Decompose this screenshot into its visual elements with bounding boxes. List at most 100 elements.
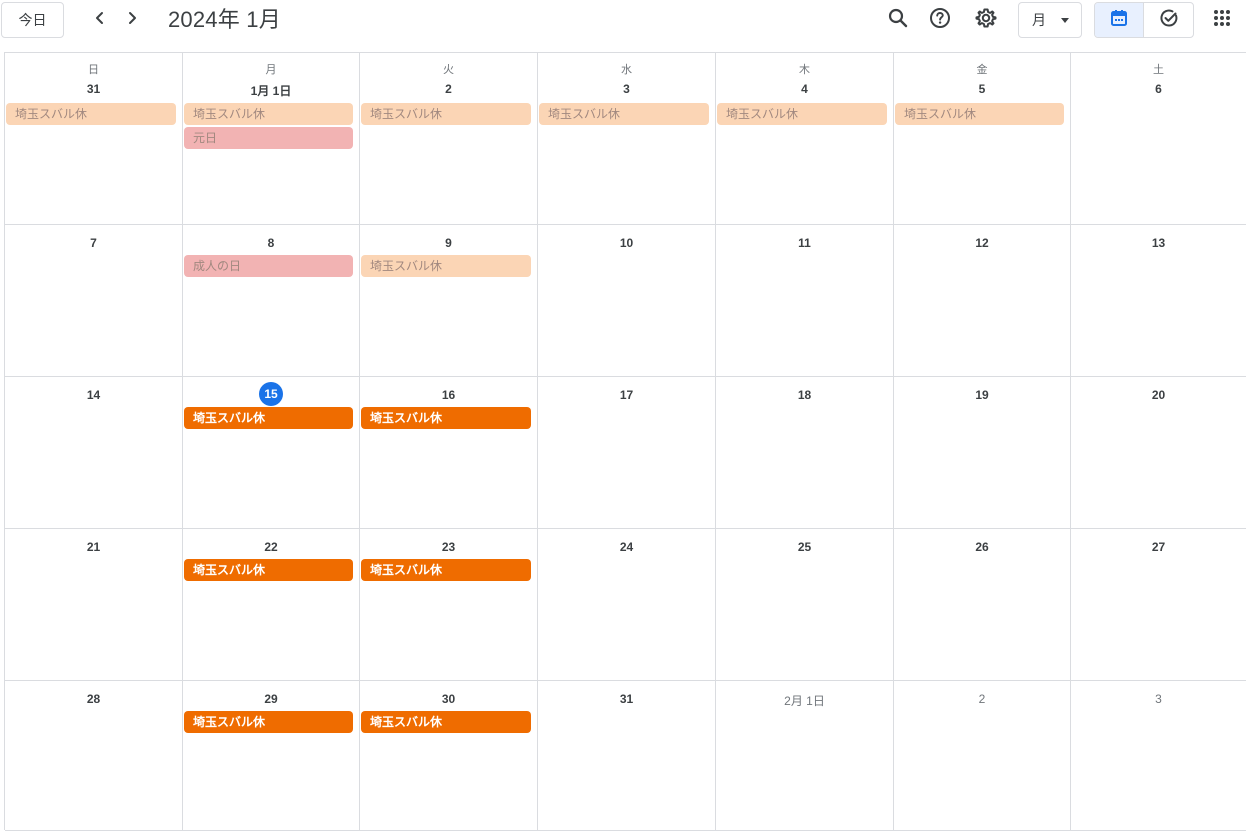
holiday-event-chip[interactable]: 成人の日 [184,255,353,277]
day-number[interactable]: 28 [5,692,182,706]
event-chip[interactable]: 埼玉スバル休 [361,407,531,429]
day-number[interactable]: 31 [538,692,715,706]
previous-month-button[interactable] [86,6,114,34]
day-cell[interactable]: 18 [716,377,894,529]
day-number[interactable]: 3 [1071,692,1246,706]
calendar-view-toggle[interactable] [1095,3,1145,37]
day-number[interactable]: 14 [5,388,182,402]
settings-button[interactable] [972,6,1000,34]
day-cell[interactable]: 27 [1071,529,1246,681]
day-number[interactable]: 31 [5,82,182,96]
day-number[interactable]: 9 [360,236,537,250]
day-cell[interactable]: 8 [183,225,360,377]
day-cell[interactable]: 13 [1071,225,1246,377]
day-cell[interactable]: 火2 [360,53,538,225]
event-chip[interactable]: 埼玉スバル休 [184,103,353,125]
event-chip[interactable]: 埼玉スバル休 [361,255,531,277]
day-cell[interactable]: 木4 [716,53,894,225]
day-cell[interactable]: 31 [538,681,716,831]
day-cell[interactable]: 9 [360,225,538,377]
day-cell[interactable]: 11 [716,225,894,377]
day-cell[interactable]: 7 [5,225,183,377]
day-number[interactable]: 24 [538,540,715,554]
tasks-view-toggle[interactable] [1144,3,1193,37]
day-cell[interactable]: 土6 [1071,53,1246,225]
day-cell[interactable]: 2月 1日 [716,681,894,831]
google-apps-button[interactable] [1208,6,1236,34]
day-number[interactable]: 21 [5,540,182,554]
day-cell[interactable]: 12 [894,225,1071,377]
chevron-right-icon [125,11,139,30]
day-number[interactable]: 10 [538,236,715,250]
day-number[interactable]: 8 [183,236,359,250]
weekday-header: 金 [976,64,988,76]
event-chip[interactable]: 埼玉スバル休 [717,103,887,125]
day-number[interactable]: 7 [5,236,182,250]
day-number[interactable]: 26 [894,540,1070,554]
day-cell[interactable]: 2 [894,681,1071,831]
event-chip[interactable]: 埼玉スバル休 [184,559,353,581]
day-number[interactable]: 16 [360,388,537,402]
day-cell[interactable]: 29 [183,681,360,831]
day-cell[interactable]: 26 [894,529,1071,681]
day-number[interactable]: 5 [894,82,1070,96]
day-cell[interactable]: 19 [894,377,1071,529]
event-chip[interactable]: 埼玉スバル休 [895,103,1064,125]
event-chip[interactable]: 埼玉スバル休 [6,103,176,125]
day-number[interactable]: 6 [1071,82,1246,96]
holiday-event-chip[interactable]: 元日 [184,127,353,149]
day-number[interactable]: 30 [360,692,537,706]
day-number[interactable]: 3 [538,82,715,96]
day-number[interactable]: 2 [894,692,1070,706]
day-number[interactable]: 2月 1日 [716,692,893,709]
day-cell[interactable]: 28 [5,681,183,831]
day-number[interactable]: 12 [894,236,1070,250]
day-number[interactable]: 29 [183,692,359,706]
day-number[interactable]: 2 [360,82,537,96]
day-number[interactable]: 19 [894,388,1070,402]
today-indicator[interactable]: 15 [259,382,283,406]
help-button[interactable] [926,6,954,34]
day-number[interactable]: 18 [716,388,893,402]
search-button[interactable] [884,6,912,34]
day-cell[interactable]: 20 [1071,377,1246,529]
caret-down-icon [1061,18,1069,23]
day-number[interactable]: 27 [1071,540,1246,554]
day-number[interactable]: 22 [183,540,359,554]
day-number[interactable]: 25 [716,540,893,554]
day-number[interactable]: 1月 1日 [183,82,359,99]
event-chip[interactable]: 埼玉スバル休 [539,103,709,125]
day-number[interactable]: 11 [716,236,893,250]
day-number-today[interactable]: 15 [183,382,359,406]
day-cell[interactable]: 24 [538,529,716,681]
day-number[interactable]: 23 [360,540,537,554]
day-cell[interactable]: 10 [538,225,716,377]
day-number[interactable]: 20 [1071,388,1246,402]
day-cell[interactable]: 17 [538,377,716,529]
chevron-left-icon [93,11,107,30]
next-month-button[interactable] [118,6,146,34]
today-button[interactable]: 今日 [1,2,64,38]
day-cell[interactable]: 30 [360,681,538,831]
event-chip[interactable]: 埼玉スバル休 [361,103,531,125]
day-number[interactable]: 17 [538,388,715,402]
day-cell[interactable]: 15 [183,377,360,529]
day-number[interactable]: 13 [1071,236,1246,250]
day-cell[interactable]: 22 [183,529,360,681]
day-cell[interactable]: 16 [360,377,538,529]
day-cell[interactable]: 21 [5,529,183,681]
event-chip[interactable]: 埼玉スバル休 [361,711,531,733]
event-chip[interactable]: 埼玉スバル休 [361,559,531,581]
day-cell[interactable]: 3 [1071,681,1246,831]
day-number[interactable]: 4 [716,82,893,96]
view-selector[interactable]: 月 [1018,2,1082,38]
day-cell[interactable]: 14 [5,377,183,529]
day-cell[interactable]: 25 [716,529,894,681]
help-icon [929,7,951,34]
day-cell[interactable]: 23 [360,529,538,681]
day-cell[interactable]: 日 31 [5,53,183,225]
event-chip[interactable]: 埼玉スバル休 [184,711,353,733]
day-cell[interactable]: 水3 [538,53,716,225]
event-chip[interactable]: 埼玉スバル休 [184,407,353,429]
day-cell[interactable]: 金5 [894,53,1071,225]
